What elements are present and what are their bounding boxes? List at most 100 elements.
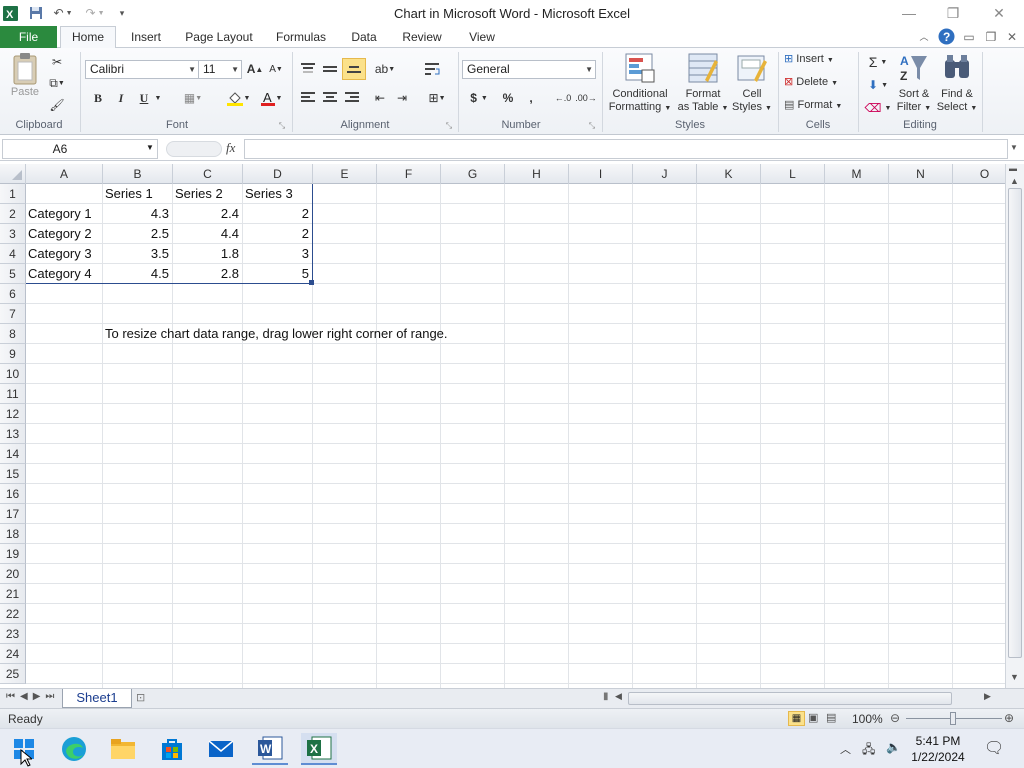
range-resize-handle[interactable] (309, 280, 314, 285)
doc-restore-icon[interactable]: ❐ (983, 29, 999, 48)
column-header[interactable]: H (505, 164, 569, 184)
row-header[interactable]: 8 (0, 324, 26, 344)
increase-decimal-icon[interactable]: ←.0 (553, 89, 573, 107)
row-header[interactable]: 24 (0, 644, 26, 664)
align-center-icon[interactable] (320, 89, 340, 107)
sheet-tab-sheet1[interactable]: Sheet1 (62, 689, 132, 708)
column-header[interactable]: J (633, 164, 697, 184)
scroll-left-icon[interactable]: ◀ (615, 691, 622, 702)
row-header[interactable]: 17 (0, 504, 26, 524)
underline-button[interactable]: U (134, 89, 154, 107)
vertical-scroll-thumb[interactable] (1008, 188, 1022, 658)
minimize-ribbon-icon[interactable]: ︿ (916, 29, 932, 48)
row-header[interactable]: 23 (0, 624, 26, 644)
help-icon[interactable]: ? (937, 28, 955, 47)
column-header[interactable]: C (173, 164, 243, 184)
column-header[interactable]: O (953, 164, 1005, 184)
font-size-select[interactable]: 11 ▼ (198, 60, 242, 79)
row-header[interactable]: 18 (0, 524, 26, 544)
align-right-icon[interactable] (342, 89, 362, 107)
number-dialog-launcher-icon[interactable]: ⤡ (586, 120, 598, 132)
row-header[interactable]: 2 (0, 204, 26, 224)
scroll-down-icon[interactable]: ▼ (1010, 672, 1019, 682)
scroll-right-icon[interactable]: ▶ (984, 691, 991, 702)
tab-formulas[interactable]: Formulas (270, 29, 332, 48)
orientation-icon[interactable]: ab ▼ (372, 60, 398, 78)
row-header[interactable]: 6 (0, 284, 26, 304)
page-break-view-icon[interactable]: ▤ (826, 711, 836, 724)
note-cell-b8[interactable]: To resize chart data range, drag lower r… (102, 324, 451, 344)
column-header[interactable]: F (377, 164, 441, 184)
row-header[interactable]: 19 (0, 544, 26, 564)
increase-indent-icon[interactable]: ⇥ (392, 89, 412, 107)
shrink-font-icon[interactable]: A ▼ (266, 60, 286, 78)
zoom-out-icon[interactable]: ⊖ (890, 711, 900, 725)
formula-input[interactable] (244, 139, 1008, 159)
fill-color-icon[interactable]: ▼ (222, 89, 254, 107)
percent-button[interactable]: % (498, 89, 518, 107)
insert-sheet-icon[interactable]: ⊡ (136, 691, 145, 704)
align-top-icon[interactable] (298, 60, 318, 78)
store-icon[interactable] (154, 733, 190, 765)
clear-icon[interactable]: ⌫ ▼ (864, 99, 892, 117)
split-handle-icon[interactable]: ▬ (1009, 164, 1017, 173)
close-button[interactable]: ✕ (984, 3, 1014, 23)
column-header[interactable]: L (761, 164, 825, 184)
column-header[interactable]: B (103, 164, 173, 184)
row-header[interactable]: 11 (0, 384, 26, 404)
zoom-in-icon[interactable]: ⊕ (1004, 711, 1014, 725)
notification-icon[interactable]: 🗨 (984, 738, 1004, 758)
row-header[interactable]: 7 (0, 304, 26, 324)
word-taskbar-icon[interactable]: W (252, 733, 288, 765)
row-header[interactable]: 25 (0, 664, 26, 684)
volume-icon[interactable]: 🔈 (886, 740, 901, 754)
horizontal-scroll-thumb[interactable] (628, 692, 952, 705)
name-box[interactable]: A6 (2, 139, 158, 159)
merge-center-icon[interactable]: ⊞ ▼ (422, 89, 452, 107)
tab-file[interactable]: File (0, 26, 57, 48)
row-header[interactable]: 1 (0, 184, 26, 204)
align-middle-icon[interactable] (320, 60, 340, 78)
cell-styles-button[interactable]: Cell Styles ▼ (730, 52, 774, 116)
doc-minimize-icon[interactable]: ▭ (961, 29, 977, 48)
insert-cells-button[interactable]: ⊞ Insert ▼ (784, 53, 852, 67)
doc-close-icon[interactable]: ✕ (1004, 29, 1020, 48)
row-header[interactable]: 5 (0, 264, 26, 284)
copy-icon[interactable]: ⧉ ▼ (47, 74, 67, 92)
column-header[interactable]: G (441, 164, 505, 184)
row-header[interactable]: 13 (0, 424, 26, 444)
row-header[interactable]: 3 (0, 224, 26, 244)
sheet-nav-icons[interactable]: ⏮◀▶⏭ (6, 691, 59, 702)
show-hidden-icons-icon[interactable]: ︿ (840, 741, 851, 757)
restore-button[interactable]: ❐ (938, 3, 968, 23)
row-header[interactable]: 15 (0, 464, 26, 484)
alignment-dialog-launcher-icon[interactable]: ⤡ (443, 120, 455, 132)
decrease-decimal-icon[interactable]: .00→ (575, 89, 597, 107)
align-bottom-icon[interactable] (342, 58, 366, 80)
page-layout-view-icon[interactable]: ▣ (808, 711, 818, 724)
column-header[interactable]: M (825, 164, 889, 184)
row-header[interactable]: 14 (0, 444, 26, 464)
decrease-indent-icon[interactable]: ⇤ (370, 89, 390, 107)
conditional-formatting-button[interactable]: Conditional Formatting ▼ (606, 52, 674, 116)
tab-view[interactable]: View (460, 29, 504, 48)
vertical-scrollbar[interactable]: ▬ ▲ ▼ (1005, 164, 1024, 688)
row-header[interactable]: 20 (0, 564, 26, 584)
wrap-text-icon[interactable] (423, 60, 443, 78)
tab-data[interactable]: Data (344, 29, 384, 48)
row-header[interactable]: 16 (0, 484, 26, 504)
excel-taskbar-icon[interactable]: X (301, 733, 337, 765)
taskbar-clock[interactable]: 5:41 PM 1/22/2024 (910, 733, 966, 765)
tab-insert[interactable]: Insert (124, 29, 168, 48)
italic-button[interactable]: I (111, 89, 131, 107)
select-all-corner[interactable] (0, 164, 26, 184)
column-header[interactable]: D (243, 164, 313, 184)
scroll-up-icon[interactable]: ▲ (1010, 176, 1019, 186)
sort-filter-button[interactable]: AZ Sort & Filter ▼ (894, 52, 934, 116)
tab-page-layout[interactable]: Page Layout (180, 29, 258, 48)
bold-button[interactable]: B (88, 89, 108, 107)
grow-font-icon[interactable]: A ▲ (245, 60, 265, 78)
align-left-icon[interactable] (298, 89, 318, 107)
column-header[interactable]: E (313, 164, 377, 184)
column-header[interactable]: K (697, 164, 761, 184)
